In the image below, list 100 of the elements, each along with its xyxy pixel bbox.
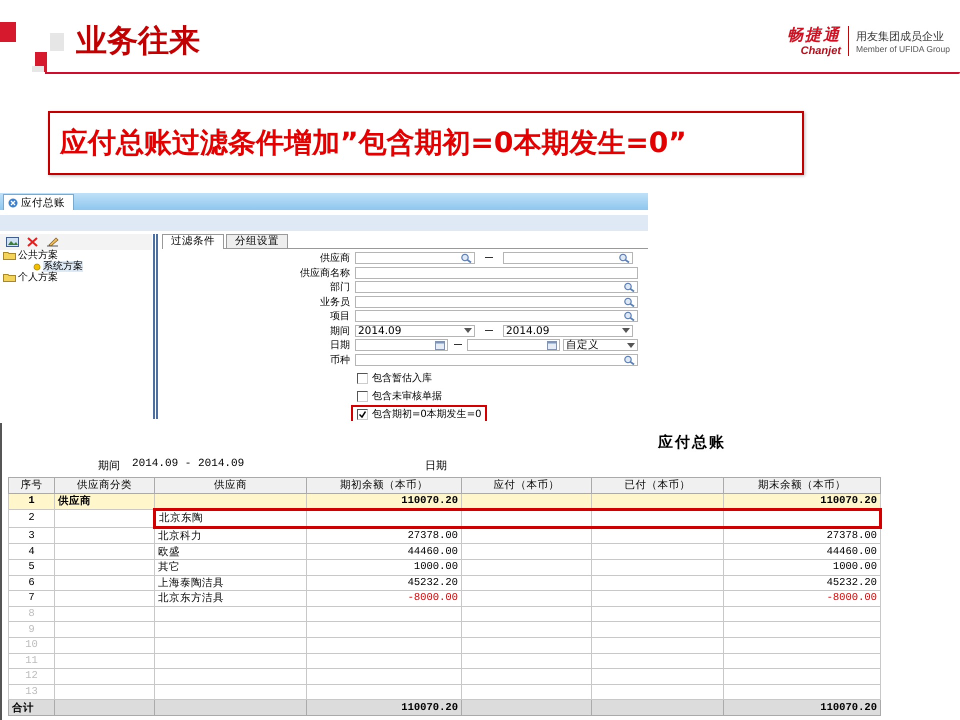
field-label: 项目 [329, 310, 351, 324]
input-field[interactable] [355, 266, 638, 279]
table-cell: 110070.20 [306, 700, 462, 716]
form-tab[interactable]: 分组设置 [226, 234, 288, 248]
column-header: 供应商分类 [54, 478, 154, 494]
select-field[interactable]: 2014.09 [503, 324, 633, 337]
calendar-icon[interactable] [435, 340, 445, 350]
table-cell: 1000.00 [724, 559, 880, 576]
column-header: 序号 [8, 478, 54, 494]
select-field[interactable]: 2014.09 [355, 324, 475, 337]
window-tab[interactable]: 应付总账 [3, 194, 74, 210]
table-cell: 其它 [154, 559, 306, 576]
checkbox[interactable] [357, 372, 368, 384]
column-header: 已付（本币） [592, 478, 724, 494]
group-name: 用友集团成员企业 [856, 30, 945, 44]
search-icon[interactable] [623, 354, 635, 365]
dash-icon [485, 330, 493, 332]
table-cell: 北京东方洁具 [154, 590, 306, 606]
row-number: 7 [8, 590, 54, 606]
dash-icon [485, 257, 493, 260]
table-cell: 27378.00 [724, 527, 880, 544]
dot-icon [33, 262, 41, 270]
table-cell: 44460.00 [724, 544, 880, 560]
field-label: 部门 [329, 280, 351, 294]
lookup-field[interactable] [503, 252, 633, 264]
edit-icon[interactable] [46, 237, 59, 247]
select-field[interactable]: 自定义 [563, 339, 638, 352]
form-tab[interactable]: 过滤条件 [162, 234, 224, 249]
table-cell: 欧盛 [154, 544, 306, 560]
date-label: 日期 [425, 459, 447, 473]
table-cell: -8000.00 [306, 590, 462, 606]
table-cell: 供应商 [54, 493, 154, 510]
folder-icon [3, 273, 16, 282]
table-cell: 上海泰陶洁具 [154, 575, 306, 591]
caret-icon[interactable] [464, 328, 472, 334]
row-number: 8 [8, 606, 54, 622]
search-icon[interactable] [623, 282, 635, 292]
checkbox-option[interactable]: 包含未审核单据 [351, 387, 448, 405]
checkbox[interactable] [357, 390, 368, 402]
calendar-icon[interactable] [547, 340, 557, 350]
row-number: 10 [8, 637, 54, 654]
callout-text: 应付总账过滤条件增加”包含期初=0本期发生=0” [48, 111, 804, 175]
search-icon[interactable] [623, 311, 635, 322]
scheme-item[interactable]: 个人方案 [18, 272, 58, 283]
group-latin: Member of UFIDA Group [856, 44, 950, 54]
lookup-field[interactable] [355, 296, 638, 308]
table-cell: 1000.00 [306, 559, 462, 576]
column-header: 应付（本币） [462, 478, 592, 494]
row-number: 6 [8, 575, 54, 591]
table-cell: 45232.20 [306, 575, 462, 591]
caret-icon[interactable] [622, 328, 630, 334]
field-label: 供应商 [319, 252, 351, 266]
check-icon [359, 410, 366, 418]
delete-icon[interactable] [27, 237, 38, 247]
table-cell: 27378.00 [306, 527, 462, 544]
row-number: 9 [8, 622, 54, 638]
column-header: 期初余额（本币） [306, 478, 462, 494]
table-cell: -8000.00 [724, 590, 880, 606]
caret-icon[interactable] [627, 342, 635, 348]
checkbox[interactable] [357, 408, 368, 420]
lookup-field[interactable] [355, 354, 638, 366]
field-label: 币种 [329, 354, 351, 367]
row-number: 1 [8, 493, 54, 510]
row-number: 4 [8, 544, 54, 560]
search-icon[interactable] [618, 253, 630, 264]
table-cell: 45232.20 [724, 575, 880, 591]
date-field[interactable] [467, 339, 560, 352]
row-number: 3 [8, 527, 54, 544]
slide-title: 业务往来 [76, 22, 200, 61]
field-label: 日期 [329, 338, 351, 352]
row-number: 2 [8, 510, 54, 528]
table-cell: 110070.20 [724, 700, 880, 716]
brand-latin: Chanjet [800, 45, 841, 57]
field-label: 业务员 [319, 296, 351, 309]
scheme-item[interactable]: 系统方案 [43, 261, 83, 272]
field-label: 供应商名称 [299, 266, 351, 280]
row-number: 合计 [8, 700, 54, 716]
column-header: 供应商 [154, 478, 306, 494]
scheme-item[interactable]: 公共方案 [18, 250, 58, 261]
close-icon[interactable] [8, 198, 18, 208]
date-field[interactable] [355, 339, 448, 352]
field-label: 期间 [329, 324, 351, 338]
table-cell: 北京东陶 [154, 510, 306, 528]
search-icon[interactable] [460, 253, 472, 264]
dash-icon [454, 344, 462, 346]
search-icon[interactable] [623, 296, 635, 307]
report-title: 应付总账 [658, 433, 726, 452]
table-cell: 北京科力 [154, 527, 306, 544]
image-icon[interactable] [6, 237, 19, 247]
lookup-field[interactable] [355, 281, 638, 294]
table-cell: 44460.00 [306, 544, 462, 560]
column-header: 期末余额（本币） [724, 478, 880, 494]
checkbox-option[interactable]: 包含暂估入库 [351, 369, 438, 387]
row-number: 11 [8, 653, 54, 669]
lookup-field[interactable] [355, 310, 638, 322]
row-number: 5 [8, 559, 54, 576]
row-number: 12 [8, 668, 54, 684]
period-label: 期间 [98, 459, 120, 473]
period-value: 2014.09 - 2014.09 [132, 458, 244, 472]
lookup-field[interactable] [355, 252, 475, 264]
